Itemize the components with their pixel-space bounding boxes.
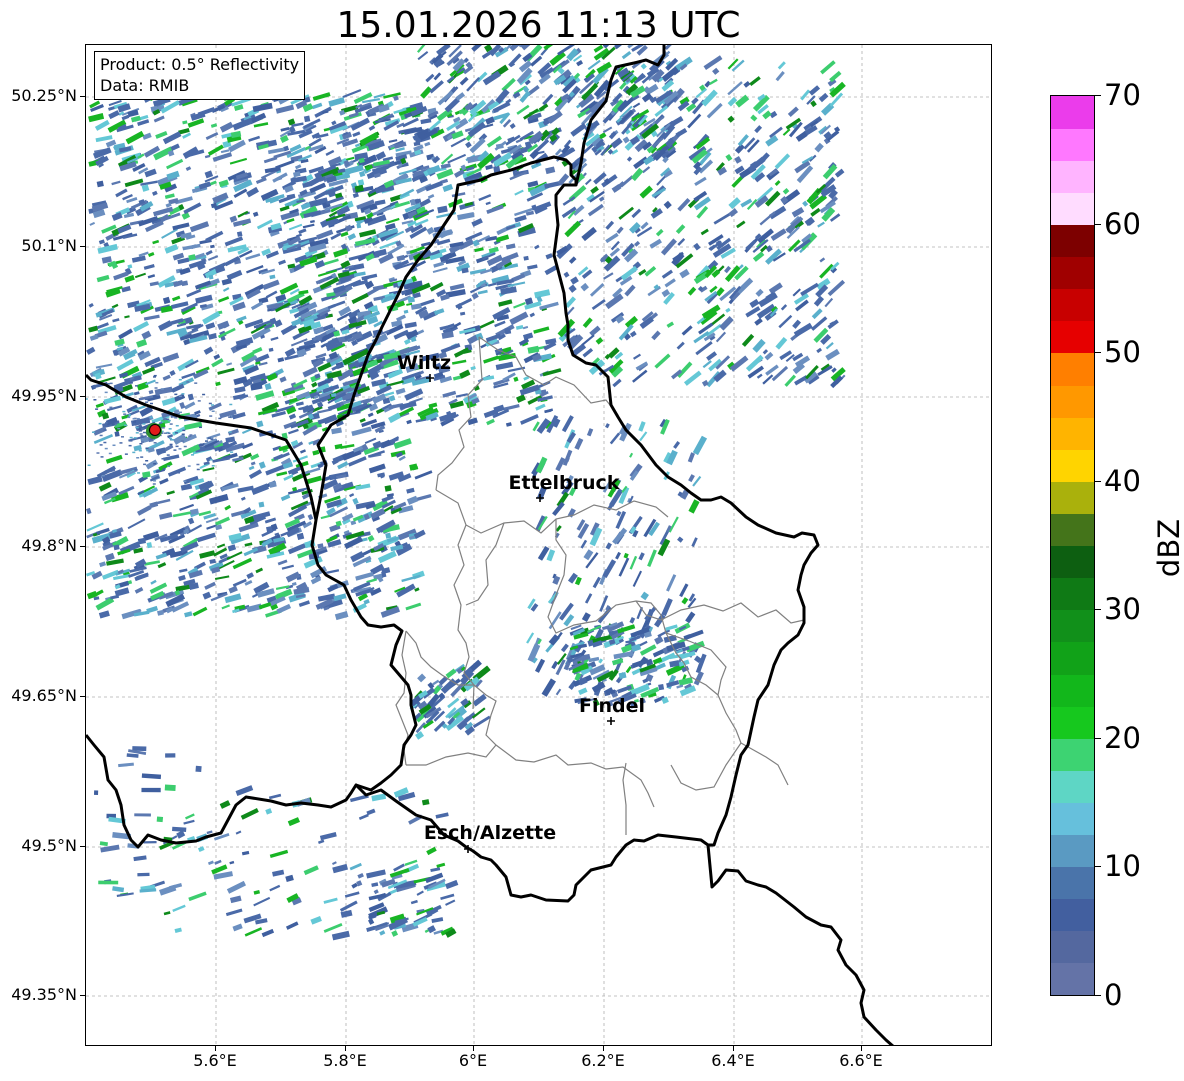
colorbar-tick-label: 50 [1104, 335, 1141, 370]
colorbar-segment [1051, 481, 1094, 514]
city-label: Findel [579, 695, 645, 717]
canton-border [622, 762, 627, 835]
lat-tick-mark [80, 995, 85, 996]
colorbar-tick-mark [1095, 609, 1101, 611]
lat-tick-mark [80, 546, 85, 547]
lat-tick-label: 49.5°N [21, 836, 77, 855]
product-info-box: Product: 0.5° Reflectivity Data: RMIB [94, 51, 306, 100]
colorbar-tick-label: 10 [1104, 849, 1141, 884]
city-marker-icon [607, 717, 615, 725]
colorbar-segment [1051, 738, 1094, 771]
lon-tick-mark [345, 1046, 346, 1051]
colorbar-tick-mark [1095, 480, 1101, 482]
city-label: Ettelbruck [509, 472, 620, 494]
lon-tick-mark [215, 1046, 216, 1051]
lon-tick-label: 6.6°E [839, 1051, 883, 1070]
canton-border [465, 522, 505, 606]
colorbar-segment [1051, 288, 1094, 322]
lon-tick-label: 5.8°E [323, 1051, 367, 1070]
lon-tick-label: 6.2°E [581, 1051, 625, 1070]
colorbar-segment [1051, 834, 1094, 868]
radar-echoes [86, 45, 846, 941]
country-border [86, 734, 894, 1045]
colorbar-segment [1051, 930, 1094, 964]
country-border [314, 155, 820, 847]
colorbar-segment [1051, 641, 1094, 675]
lat-tick-mark [80, 396, 85, 397]
lon-tick-mark [861, 1046, 862, 1051]
colorbar-segment [1051, 256, 1094, 290]
product-label: Product: 0.5° Reflectivity [100, 55, 300, 74]
colorbar-segment [1051, 352, 1094, 386]
city-findel: Findel [579, 695, 645, 725]
city-label: Esch/Alzette [424, 822, 556, 844]
colorbar-segment [1051, 224, 1094, 258]
lat-tick-label: 50.1°N [21, 236, 77, 255]
colorbar-tick-label: 60 [1104, 206, 1141, 241]
lat-tick-label: 50.25°N [11, 86, 77, 105]
colorbar-tick-mark [1095, 95, 1101, 96]
lat-tick-label: 49.35°N [11, 985, 77, 1004]
colorbar-segment [1051, 866, 1094, 900]
colorbar-tick-mark [1095, 223, 1101, 225]
canton-border [670, 742, 742, 791]
lon-tick-mark [603, 1046, 604, 1051]
city-label: Wiltz [397, 352, 451, 374]
colorbar-tick-mark [1095, 737, 1101, 739]
lat-tick-mark [80, 696, 85, 697]
colorbar-segment [1051, 128, 1094, 161]
colorbar-tick-mark [1095, 352, 1101, 354]
map-title: 15.01.2026 11:13 UTC [336, 5, 741, 46]
lon-tick-mark [733, 1046, 734, 1051]
colorbar-segment [1051, 545, 1094, 579]
radar-map[interactable]: Wiltz Ettelbruck Findel Esch/Alzette [85, 44, 992, 1046]
colorbar-segment [1051, 320, 1094, 354]
canton-border [406, 744, 497, 766]
lon-tick-mark [473, 1046, 474, 1051]
colorbar [1050, 95, 1095, 996]
radar-site-marker-group [146, 423, 162, 439]
lat-tick-label: 49.95°N [11, 386, 77, 405]
colorbar-tick-mark [1095, 995, 1101, 996]
lat-tick-label: 49.65°N [11, 686, 77, 705]
lon-tick-label: 6°E [458, 1051, 488, 1070]
colorbar-segment [1051, 384, 1094, 418]
colorbar-label: dBZ [1152, 518, 1184, 578]
colorbar-segment [1051, 898, 1094, 932]
lon-tick-label: 6.4°E [711, 1051, 755, 1070]
city-eschalzette: Esch/Alzette [424, 822, 556, 853]
lat-tick-mark [80, 96, 85, 97]
lat-tick-mark [80, 246, 85, 247]
colorbar-segment [1051, 417, 1094, 450]
colorbar-segment [1051, 96, 1094, 129]
radar-site-marker [149, 424, 161, 436]
colorbar-tick-label: 0 [1104, 978, 1123, 1012]
lon-tick-label: 5.6°E [193, 1051, 237, 1070]
colorbar-tick-label: 30 [1104, 592, 1141, 627]
colorbar-segment [1051, 449, 1094, 482]
canton-border [740, 742, 789, 786]
colorbar-segment [1051, 513, 1094, 547]
colorbar-tick-label: 20 [1104, 720, 1141, 755]
colorbar-tick-label: 70 [1104, 78, 1141, 112]
canton-border [635, 600, 805, 624]
colorbar-segment [1051, 160, 1094, 193]
lat-tick-label: 49.8°N [21, 536, 77, 555]
colorbar-segment [1051, 609, 1094, 643]
lat-tick-mark [80, 846, 85, 847]
colorbar-tick-mark [1095, 866, 1101, 868]
canton-border [395, 630, 409, 766]
colorbar-segment [1051, 962, 1094, 995]
colorbar-segment [1051, 577, 1094, 611]
colorbar-segment [1051, 673, 1094, 707]
colorbar-segment [1051, 706, 1094, 739]
colorbar-segment [1051, 192, 1094, 226]
colorbar-segment [1051, 770, 1094, 803]
radar-map-canvas: Wiltz Ettelbruck Findel Esch/Alzette [86, 45, 991, 1045]
colorbar-segment [1051, 802, 1094, 836]
colorbar-tick-label: 40 [1104, 463, 1141, 498]
canton-borders [395, 336, 805, 835]
data-source-label: Data: RMIB [100, 76, 190, 95]
